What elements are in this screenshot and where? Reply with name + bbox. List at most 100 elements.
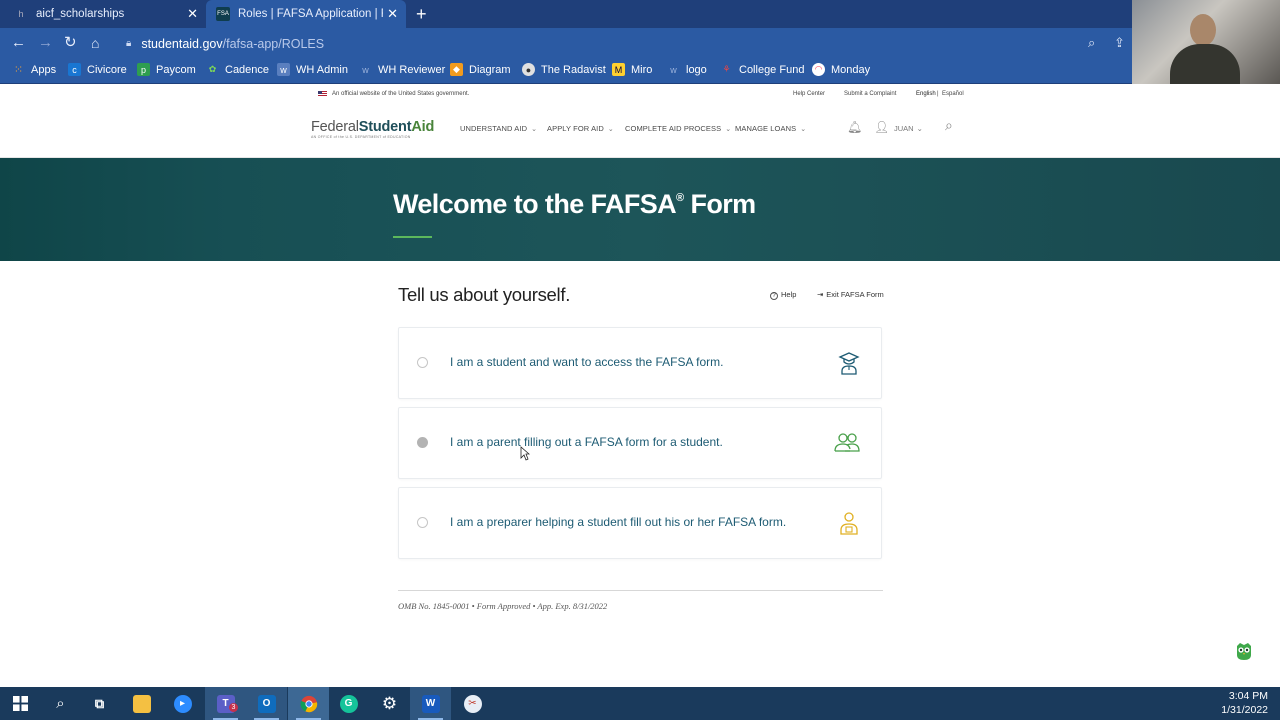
home-icon[interactable]: ⌂ [91, 34, 99, 52]
taskbar-clock[interactable]: 3:04 PM 1/31/2022 [1221, 689, 1268, 717]
taskbar-file-explorer[interactable] [121, 687, 162, 720]
close-icon[interactable]: ✕ [387, 7, 398, 21]
exit-fafsa-link[interactable]: ⇥ Exit FAFSA Form [817, 290, 884, 299]
tab-favicon-icon: h [18, 9, 24, 19]
webcam-overlay [1132, 0, 1280, 84]
chatbot-owl-icon[interactable] [1233, 640, 1255, 662]
fsa-logo[interactable]: FederalStudentAid AN OFFICE of the U.S. … [311, 119, 434, 139]
bookmark-logo[interactable]: w logo [667, 63, 707, 76]
miro-icon: M [612, 63, 625, 76]
chevron-down-icon: ⌄ [725, 126, 732, 133]
nav-understand-aid[interactable]: UNDERSTAND AID ⌄ [460, 124, 537, 133]
role-option-preparer[interactable]: I am a preparer helping a student fill o… [398, 487, 882, 559]
apps-grid-icon: ⁙ [13, 64, 24, 76]
back-icon[interactable]: ← [11, 34, 26, 52]
taskbar-task-view[interactable]: ⧉ [79, 687, 120, 720]
form-title: Tell us about yourself. [398, 284, 571, 305]
bookmark-the-radavist[interactable]: ● The Radavist [522, 63, 606, 76]
us-flag-icon [318, 91, 327, 97]
english-link[interactable]: English [916, 91, 936, 97]
student-icon [838, 352, 860, 375]
share-icon[interactable]: ⇪ [1114, 35, 1125, 51]
role-radio[interactable] [417, 437, 428, 448]
role-radio[interactable] [417, 517, 428, 528]
grammarly-icon: G [339, 694, 358, 713]
nav-apply-for-aid[interactable]: APPLY FOR AID ⌄ [547, 124, 614, 133]
nav-manage-loans[interactable]: MANAGE LOANS ⌄ [735, 124, 806, 133]
chevron-down-icon: ⌄ [800, 126, 807, 133]
browser-tab[interactable]: h aicf_scholarships ✕ [0, 0, 206, 28]
taskbar-snipping-tool[interactable]: ✂ [452, 687, 493, 720]
address-bar[interactable]: 🔒︎ studentaid.gov/fafsa-app/ROLES [114, 31, 1134, 56]
mouse-cursor-icon [520, 446, 530, 461]
omb-notice: OMB No. 1845-0001 • Form Approved • App.… [398, 601, 608, 611]
bookmark-monday[interactable]: ◠ Monday [812, 63, 870, 76]
bookmark-diagram[interactable]: ◆ Diagram [450, 63, 511, 76]
language-separator: | [937, 91, 939, 97]
taskbar-settings[interactable]: ⚙ [369, 687, 410, 720]
taskbar-zoom[interactable]: ▸ [162, 687, 203, 720]
footer-divider [398, 590, 883, 591]
page-title: Welcome to the FAFSA® Form [393, 189, 756, 219]
wh-reviewer-icon: w [362, 64, 369, 75]
submit-complaint-link[interactable]: Submit a Complaint [844, 91, 896, 97]
taskbar-outlook[interactable]: O [246, 687, 287, 720]
new-tab-icon[interactable]: + [416, 4, 427, 24]
role-option-student[interactable]: I am a student and want to access the FA… [398, 327, 882, 399]
help-icon: ? [770, 292, 778, 300]
espanol-link[interactable]: Español [942, 91, 964, 97]
cadence-icon: ✿ [208, 64, 217, 74]
bookmark-wh-admin[interactable]: w WH Admin [277, 63, 348, 76]
search-icon: ⌕ [56, 695, 65, 712]
bookmark-college-fund[interactable]: ⚘ College Fund [720, 63, 804, 76]
bookmark-wh-reviewer[interactable]: w WH Reviewer [359, 63, 445, 76]
user-menu[interactable]: JUAN ⌄ [876, 124, 923, 133]
monday-icon: ◠ [812, 63, 825, 76]
taskbar-chrome[interactable] [288, 687, 329, 720]
gear-icon: ⚙ [381, 693, 398, 713]
role-option-parent[interactable]: I am a parent filling out a FAFSA form f… [398, 407, 882, 479]
taskbar-word[interactable]: W [410, 687, 451, 720]
start-button[interactable] [0, 687, 41, 720]
clock-date: 1/31/2022 [1221, 704, 1268, 716]
official-site-text: An official website of the United States… [332, 91, 470, 97]
bookmark-apps[interactable]: ⁙ Apps [12, 63, 56, 77]
url-text: studentaid.gov/fafsa-app/ROLES [141, 36, 325, 51]
bookmark-cadence[interactable]: ✿ Cadence [206, 63, 269, 76]
close-icon[interactable]: ✕ [187, 7, 198, 21]
logo-bookmark-icon: w [670, 64, 677, 75]
lock-icon: 🔒︎ [126, 38, 132, 49]
outlook-icon: O [257, 694, 276, 713]
wh-admin-icon: w [277, 63, 290, 76]
bookmark-paycom[interactable]: p Paycom [137, 63, 196, 76]
folder-icon [132, 694, 151, 713]
title-underline [393, 236, 432, 238]
browser-tab-active[interactable]: FSA Roles | FAFSA Application | Federal … [206, 0, 406, 28]
site-header: FederalStudentAid AN OFFICE of the U.S. … [0, 102, 1280, 158]
bookmark-miro[interactable]: M Miro [612, 63, 652, 76]
college-fund-icon: ⚘ [722, 64, 731, 74]
taskbar-search[interactable]: ⌕ [40, 687, 81, 720]
help-link[interactable]: ? Help [770, 290, 796, 300]
help-center-link[interactable]: Help Center [793, 91, 825, 97]
nav-complete-aid-process[interactable]: COMPLETE AID PROCESS ⌄ [625, 124, 731, 133]
civicore-icon: c [68, 63, 81, 76]
taskbar-grammarly[interactable]: G [328, 687, 369, 720]
reload-icon[interactable]: ↻ [64, 34, 77, 52]
browser-toolbar: ← → ↻ ⌂ 🔒︎ studentaid.gov/fafsa-app/ROLE… [0, 28, 1280, 59]
role-label: I am a preparer helping a student fill o… [450, 515, 787, 529]
bell-icon[interactable]: 🔔︎ [847, 120, 862, 134]
role-label: I am a parent filling out a FAFSA form f… [450, 435, 723, 449]
chrome-icon [300, 695, 317, 712]
search-icon[interactable]: ⌕ [945, 117, 953, 134]
exit-icon: ⇥ [817, 290, 824, 299]
teams-badge: 3 [229, 703, 238, 712]
role-radio[interactable] [417, 357, 428, 368]
bookmark-civicore[interactable]: c Civicore [68, 63, 127, 76]
snipping-tool-icon: ✂ [463, 694, 482, 713]
taskbar-teams[interactable]: T 3 [205, 687, 246, 720]
forward-icon[interactable]: → [38, 34, 53, 52]
role-label: I am a student and want to access the FA… [450, 355, 724, 369]
tab-title: aicf_scholarships [36, 8, 125, 20]
zoom-icon[interactable]: ⌕ [1088, 35, 1095, 51]
